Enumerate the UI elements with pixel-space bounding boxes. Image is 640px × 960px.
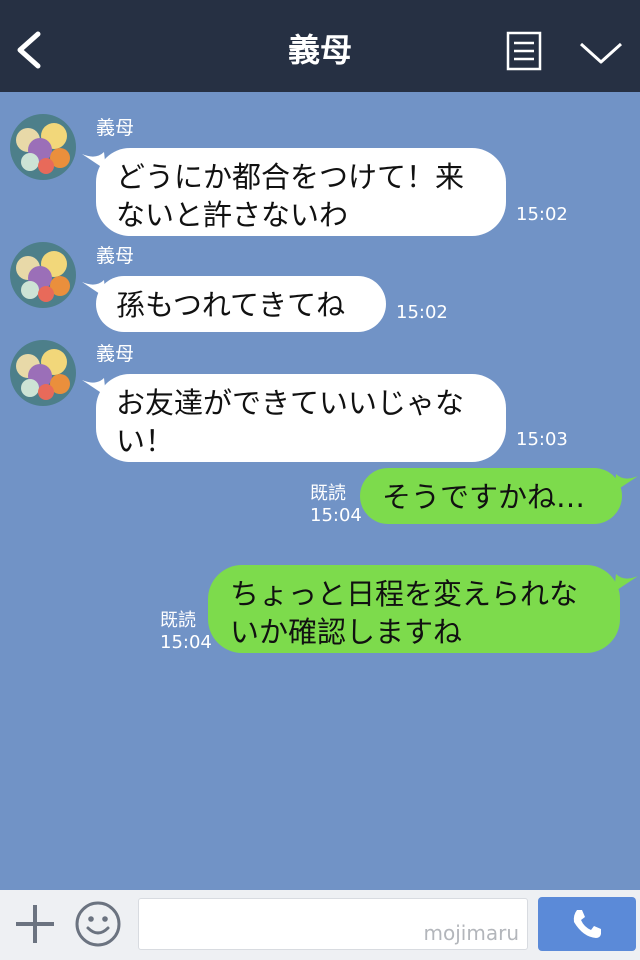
chevron-down-icon[interactable] xyxy=(578,38,624,68)
menu-icon[interactable] xyxy=(506,31,542,71)
sent-message-bubble[interactable]: そうですかね… xyxy=(360,468,622,524)
message-line: ないと許さないわ xyxy=(116,198,349,232)
message-line: い！ xyxy=(116,424,175,458)
bubble-tail xyxy=(614,474,638,492)
message-line: そうですかね… xyxy=(382,480,586,514)
balloons-avatar-icon xyxy=(16,349,70,400)
message-input[interactable]: mojimaru xyxy=(138,898,528,950)
received-message-bubble[interactable]: お友達ができていいじゃな い！ xyxy=(96,374,506,462)
read-receipt: 既読 xyxy=(160,610,196,631)
received-message-bubble[interactable]: どうにか都合をつけて！来 ないと許さないわ xyxy=(96,148,506,236)
phone-icon xyxy=(573,910,601,938)
avatar[interactable] xyxy=(10,242,76,308)
sender-name: 義母 xyxy=(96,245,135,267)
read-receipt: 既読 xyxy=(310,483,346,504)
message-line: お友達ができていいじゃな xyxy=(116,386,465,420)
message-time: 15:04 xyxy=(310,505,362,526)
emoji-icon[interactable] xyxy=(74,900,122,948)
watermark: mojimaru xyxy=(423,921,519,945)
chat-title: 義母 xyxy=(287,31,352,69)
message-time: 15:02 xyxy=(516,204,568,225)
avatar[interactable] xyxy=(10,114,76,180)
sent-message-bubble[interactable]: ちょっと日程を変えられな いか確認しますね xyxy=(208,565,620,653)
plus-icon[interactable] xyxy=(14,903,56,945)
chat-header: 義母 xyxy=(0,0,640,92)
sender-name: 義母 xyxy=(96,117,135,139)
message-time: 15:04 xyxy=(160,632,212,653)
message-line: ちょっと日程を変えられな xyxy=(230,577,579,611)
received-message-bubble[interactable]: 孫もつれてきてね xyxy=(96,276,386,332)
call-button[interactable] xyxy=(538,897,636,951)
message-time: 15:03 xyxy=(516,429,568,450)
balloons-avatar-icon xyxy=(16,123,70,174)
bubble-tail xyxy=(614,574,638,592)
message-line: 孫もつれてきてね xyxy=(116,288,346,322)
message-time: 15:02 xyxy=(396,302,448,323)
sender-name: 義母 xyxy=(96,343,135,365)
balloons-avatar-icon xyxy=(16,251,70,302)
message-line: どうにか都合をつけて！来 xyxy=(116,160,465,194)
message-line: いか確認しますね xyxy=(230,615,463,649)
avatar[interactable] xyxy=(10,340,76,406)
